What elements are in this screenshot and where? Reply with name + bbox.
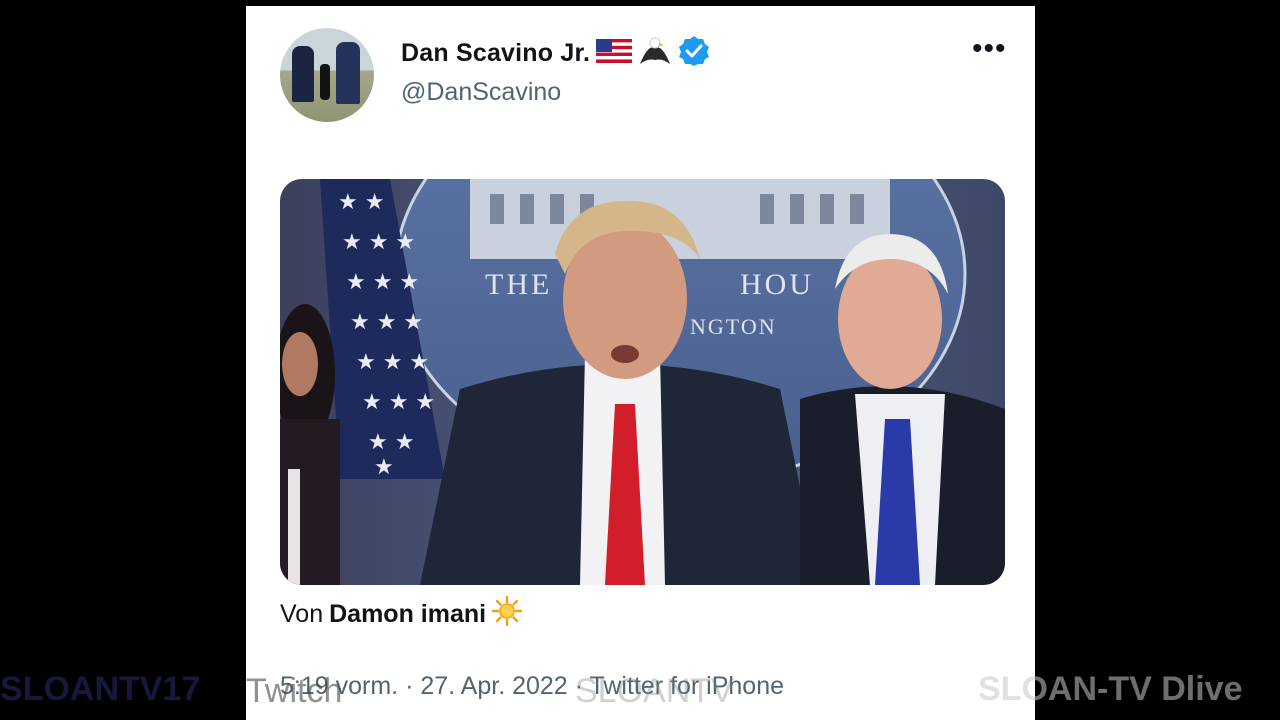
eagle-icon (638, 34, 672, 73)
tweet-card: Dan Scavino Jr. @DanScavino ••• THE HOU … (246, 6, 1035, 720)
more-icon[interactable]: ••• (972, 32, 1007, 66)
author-row: Dan Scavino Jr. (401, 34, 710, 73)
tweet-video[interactable]: THE HOU NGTON ★ ★ ★ ★ ★ ★ ★ ★ ★ ★ ★ ★ ★ ★ ★ … (280, 179, 1005, 585)
watermark-center: SLOANTV (575, 672, 734, 710)
meta-separator: · (405, 672, 414, 700)
seal-text-left: THE (485, 268, 552, 301)
svg-text:★ ★ ★: ★ ★ ★ (356, 350, 429, 375)
video-attribution: Von Damon imani (280, 595, 523, 633)
svg-text:★ ★ ★: ★ ★ ★ (346, 270, 419, 295)
svg-text:★ ★: ★ ★ (368, 430, 414, 455)
us-flag-icon (596, 38, 633, 68)
seal-text-bottom: NGTON (690, 314, 777, 339)
watermark-left: SLOANTV17 (0, 670, 201, 708)
svg-text:★ ★: ★ ★ (338, 190, 384, 215)
caption-author[interactable]: Damon imani (329, 600, 486, 629)
verified-badge-icon (678, 35, 710, 72)
watermark-right: SLOAN-TV Dlive (978, 670, 1243, 708)
sun-icon (491, 595, 523, 633)
svg-text:★ ★ ★: ★ ★ ★ (362, 390, 435, 415)
svg-text:★ ★ ★: ★ ★ ★ (350, 310, 423, 335)
video-frame: THE HOU NGTON ★ ★★ ★ ★★ ★ ★ ★ ★ ★★ ★ ★★ … (280, 179, 1005, 585)
seal-text-right: HOU (740, 268, 814, 301)
caption-prefix: Von (280, 600, 324, 628)
author-name[interactable]: Dan Scavino Jr. (401, 39, 590, 68)
author-handle[interactable]: @DanScavino (401, 78, 561, 107)
watermark-twitch: Twitch (246, 672, 343, 710)
avatar[interactable] (280, 28, 374, 122)
svg-text:★: ★ (374, 455, 394, 480)
svg-text:★ ★ ★: ★ ★ ★ (342, 230, 415, 255)
tweet-date[interactable]: 27. Apr. 2022 (420, 672, 567, 700)
